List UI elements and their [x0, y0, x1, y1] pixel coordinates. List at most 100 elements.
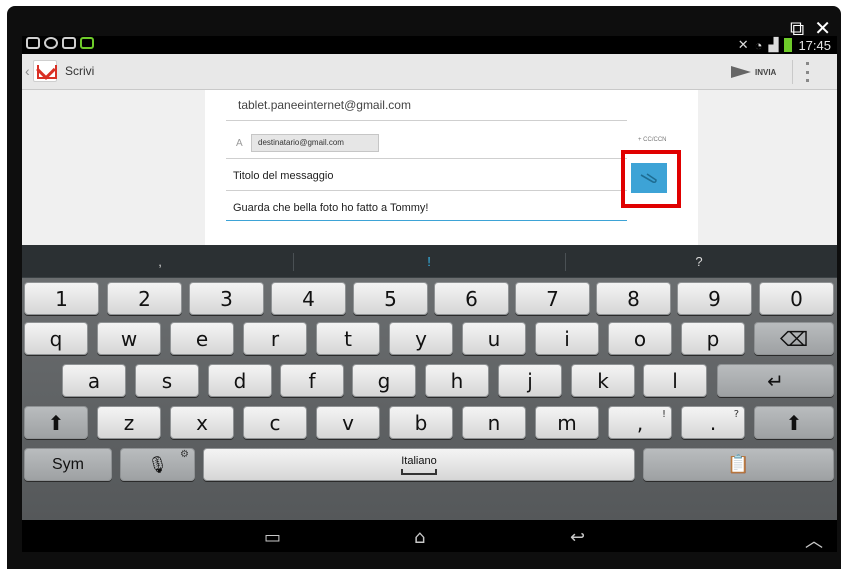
key-i[interactable]: i [535, 322, 599, 355]
status-bar: ✕ ◔ ▟ 17:45 [22, 36, 837, 54]
key-8[interactable]: 8 [596, 282, 671, 315]
on-screen-keyboard: 1 2 3 4 5 6 7 8 9 0 q w e r t y u i o p … [22, 278, 837, 520]
recent-apps-icon[interactable]: ▭ [264, 527, 281, 548]
key-comma[interactable]: , ! [608, 406, 672, 439]
send-icon [731, 66, 751, 78]
from-field[interactable]: tablet.paneeinternet@gmail.com [238, 98, 411, 112]
message-body-field[interactable]: Guarda che bella foto ho fatto a Tommy! [233, 202, 428, 214]
key-period[interactable]: . ? [681, 406, 745, 439]
usb-icon [80, 37, 94, 49]
key-g[interactable]: g [352, 364, 416, 397]
back-icon[interactable]: ↩ [570, 527, 585, 548]
key-v[interactable]: v [316, 406, 380, 439]
shift-key-left[interactable]: ⬆ [24, 406, 88, 439]
key-w[interactable]: w [97, 322, 161, 355]
clipboard-key[interactable]: 📋 [643, 448, 834, 481]
clipboard-icon: 📋 [727, 454, 750, 475]
status-right-icons: ✕ ◔ ▟ 17:45 [738, 37, 831, 53]
key-e[interactable]: e [170, 322, 234, 355]
highlight-box [621, 150, 681, 208]
focused-underline [226, 220, 627, 221]
backspace-icon: ⌫ [779, 326, 809, 351]
subject-field[interactable]: Titolo del messaggio [233, 170, 333, 182]
battery-icon [784, 38, 793, 52]
key-s[interactable]: s [135, 364, 199, 397]
back-chevron-icon[interactable]: ‹ [25, 63, 30, 79]
space-icon [401, 468, 437, 475]
divider [565, 253, 566, 271]
to-label: A [236, 138, 243, 149]
enter-key[interactable]: ↵ [717, 364, 834, 397]
key-9[interactable]: 9 [677, 282, 752, 315]
divider [226, 120, 627, 121]
suggestion-exclamation[interactable]: ! [409, 254, 449, 269]
suggestion-bar: , ! ? [22, 245, 837, 278]
action-bar-divider [792, 60, 793, 84]
compose-area: tablet.paneeinternet@gmail.com A destina… [22, 90, 837, 245]
key-d[interactable]: d [208, 364, 272, 397]
key-c[interactable]: c [243, 406, 307, 439]
action-bar: ‹ Scrivi INVIA [22, 54, 837, 90]
microphone-icon: 🎙 [147, 455, 168, 474]
send-button[interactable]: INVIA [731, 62, 776, 82]
wifi-icon: ◔ [754, 37, 763, 53]
backspace-key[interactable]: ⌫ [754, 322, 834, 355]
overflow-menu-icon[interactable] [804, 62, 810, 82]
key-0[interactable]: 0 [759, 282, 834, 315]
key-a[interactable]: a [62, 364, 126, 397]
key-n[interactable]: n [462, 406, 526, 439]
shift-icon: ⬆ [785, 410, 803, 435]
voicemail-icon [26, 37, 40, 49]
comma-alt-label: ! [661, 409, 666, 420]
tablet-screen: ✕ ◔ ▟ 17:45 ‹ Scrivi INVIA tablet.paneei… [22, 36, 837, 552]
comma-label: , [636, 410, 644, 435]
key-l[interactable]: l [643, 364, 707, 397]
compose-form: tablet.paneeinternet@gmail.com A destina… [205, 90, 698, 245]
key-x[interactable]: x [170, 406, 234, 439]
key-1[interactable]: 1 [24, 282, 99, 315]
key-y[interactable]: y [389, 322, 453, 355]
key-7[interactable]: 7 [515, 282, 590, 315]
shift-icon: ⬆ [47, 410, 65, 435]
page-title: Scrivi [65, 64, 95, 78]
send-label: INVIA [755, 67, 777, 77]
suggestion-comma[interactable]: , [140, 254, 180, 269]
key-p[interactable]: p [681, 322, 745, 355]
key-r[interactable]: r [243, 322, 307, 355]
divider [293, 253, 294, 271]
clock: 17:45 [798, 37, 831, 53]
key-2[interactable]: 2 [107, 282, 182, 315]
key-f[interactable]: f [280, 364, 344, 397]
key-3[interactable]: 3 [189, 282, 264, 315]
shift-key-right[interactable]: ⬆ [754, 406, 834, 439]
key-q[interactable]: q [24, 322, 88, 355]
key-4[interactable]: 4 [271, 282, 346, 315]
period-label: . [709, 410, 717, 435]
key-z[interactable]: z [97, 406, 161, 439]
divider [226, 158, 627, 159]
key-m[interactable]: m [535, 406, 599, 439]
home-icon[interactable]: ⌂ [414, 527, 425, 548]
key-u[interactable]: u [462, 322, 526, 355]
key-5[interactable]: 5 [353, 282, 428, 315]
gmail-logo-icon[interactable] [33, 60, 57, 82]
voice-input-key[interactable]: 🎙 ⚙ [120, 448, 195, 481]
suggestion-question[interactable]: ? [679, 254, 719, 269]
keyboard-language-label: Italiano [401, 454, 437, 467]
key-h[interactable]: h [425, 364, 489, 397]
sym-key[interactable]: Sym [24, 448, 112, 481]
space-bar[interactable]: Italiano [203, 448, 635, 481]
key-j[interactable]: j [498, 364, 562, 397]
key-b[interactable]: b [389, 406, 453, 439]
settings-icon: ⚙ [180, 449, 189, 460]
expand-up-icon[interactable]: ︿ [805, 527, 823, 552]
key-k[interactable]: k [571, 364, 635, 397]
key-o[interactable]: o [608, 322, 672, 355]
download-icon [62, 37, 76, 49]
cc-bcc-link[interactable]: + CC/CCN [638, 137, 667, 143]
key-6[interactable]: 6 [434, 282, 509, 315]
recipient-chip[interactable]: destinatario@gmail.com [251, 134, 379, 152]
period-alt-label: ? [733, 409, 739, 420]
navigation-bar: ▭ ⌂ ↩ ︿ [22, 520, 837, 552]
key-t[interactable]: t [316, 322, 380, 355]
